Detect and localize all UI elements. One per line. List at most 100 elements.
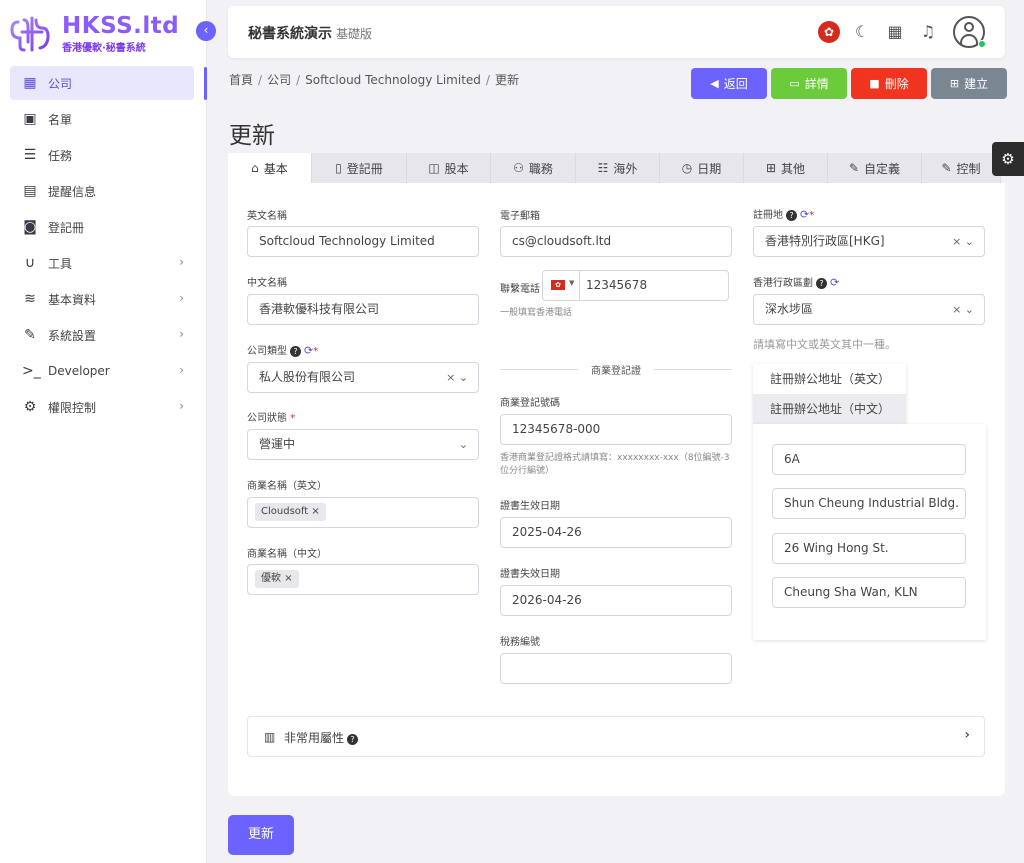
- tag-text: Cloudsoft: [261, 506, 309, 517]
- form-tabs: ⌂ 基本 ▯ 登記冊 ◫ 股本 ⚇ 職務 ☷ 海外 ◷ 日期 ⊞ 其他 ✎ 自定義 ✎ 控制: [228, 153, 1005, 183]
- create-button[interactable]: ⊞ 建立: [931, 68, 1007, 99]
- email-input[interactable]: cs@cloudsoft.ltd: [500, 226, 732, 257]
- chevron-right-icon: ›: [179, 327, 184, 341]
- back-button-label: 返回: [723, 77, 748, 91]
- settings-gear-button[interactable]: ⚙: [992, 142, 1024, 176]
- tab-other[interactable]: ⊞ 其他: [744, 153, 828, 183]
- address-tab-english[interactable]: 註冊辦公地址（英文）: [753, 364, 906, 394]
- edition-label: 基礎版: [336, 27, 373, 41]
- sidebar-item-reminders[interactable]: ▤ 提醒信息: [10, 174, 194, 208]
- address-hint: 請填寫中文或英文其中一種。: [753, 338, 896, 351]
- country-code-select[interactable]: ✿ ▼: [542, 270, 580, 300]
- cert-start-date-input[interactable]: 2025-04-26: [500, 517, 732, 548]
- tab-share-capital[interactable]: ◫ 股本: [407, 153, 491, 183]
- chevron-down-icon[interactable]: ⌄: [459, 430, 468, 459]
- sidebar-item-permissions[interactable]: ⚙ 權限控制 ›: [10, 390, 194, 424]
- company-type-select[interactable]: 私人股份有限公司 × ⌄: [247, 362, 479, 393]
- district-label-text: 香港行政區劃: [753, 278, 813, 289]
- file-icon: ▯: [335, 161, 342, 175]
- company-status-select[interactable]: 營運中 ⌄: [247, 429, 479, 460]
- topbar: 秘書系統演示 基礎版 ✿ ☾ ▦ ♫: [228, 6, 1005, 58]
- sidebar-item-basic-data[interactable]: ≋ 基本資料 ›: [10, 282, 194, 316]
- english-name-input[interactable]: Softcloud Technology Limited: [247, 226, 479, 257]
- brand-logo[interactable]: HKSS.ltd 香港優軟·秘書系統: [8, 14, 179, 54]
- sidebar-item-label: 名單: [48, 112, 73, 127]
- address-line-4-input[interactable]: Cheung Sha Wan, KLN: [772, 577, 966, 608]
- tag-chip: 優軟 ×: [255, 570, 299, 588]
- help-icon[interactable]: ?: [786, 210, 797, 221]
- address-line-3-input[interactable]: 26 Wing Hong St.: [772, 533, 966, 564]
- avatar[interactable]: [953, 16, 986, 48]
- help-icon[interactable]: ?: [347, 734, 359, 745]
- book-open-icon: ▥: [264, 730, 276, 744]
- tag-remove-icon[interactable]: ×: [311, 506, 319, 517]
- back-button[interactable]: ◀ 返回: [691, 68, 767, 99]
- breadcrumb-record[interactable]: Softcloud Technology Limited: [305, 73, 481, 87]
- sidebar-item-system-settings[interactable]: ✎ 系統設置 ›: [10, 318, 194, 352]
- hk-flag-icon[interactable]: ✿: [818, 21, 840, 43]
- br-number-input[interactable]: 12345678-000: [500, 414, 732, 445]
- sidebar-item-tools[interactable]: ∪ 工具 ›: [10, 246, 194, 280]
- app-title: 秘書系統演示 基礎版: [248, 23, 372, 43]
- chevron-left-icon: ‹: [203, 23, 209, 37]
- sidebar-item-tasks[interactable]: ☰ 任務: [10, 138, 194, 172]
- tab-control[interactable]: ✎ 控制: [922, 153, 1001, 183]
- caret-down-icon: ▼: [569, 279, 575, 287]
- tab-custom[interactable]: ✎ 自定義: [828, 153, 922, 183]
- detail-button[interactable]: ▭ 詳情: [771, 68, 847, 99]
- trade-name-en-tags-input[interactable]: Cloudsoft ×: [247, 497, 479, 528]
- chevron-right-icon: ›: [179, 363, 184, 377]
- sync-icon[interactable]: ⟳: [830, 276, 839, 289]
- delete-button[interactable]: ■ 刪除: [851, 68, 927, 99]
- clear-chevron-icon[interactable]: × ⌄: [446, 363, 468, 392]
- tab-basic[interactable]: ⌂ 基本: [228, 153, 312, 183]
- address-line-2-input[interactable]: Shun Cheung Industrial Bldg.: [772, 488, 966, 519]
- sidebar-item-developer[interactable]: >_ Developer ›: [10, 354, 194, 388]
- sidebar-item-label: 任務: [48, 148, 73, 163]
- english-name-label: 英文名稱: [247, 211, 287, 222]
- plus-square-icon: ⊞: [949, 77, 960, 90]
- tab-register[interactable]: ▯ 登記冊: [312, 153, 407, 183]
- sidebar-item-register[interactable]: ◙ 登記冊: [10, 210, 194, 244]
- bell-icon[interactable]: ♫: [917, 21, 939, 43]
- trash-icon: ■: [869, 77, 880, 90]
- breadcrumb-company[interactable]: 公司: [267, 73, 291, 87]
- sidebar-collapse-button[interactable]: ‹: [196, 21, 216, 41]
- address-line-1-input[interactable]: 6A: [772, 444, 966, 475]
- tab-overseas[interactable]: ☷ 海外: [576, 153, 660, 183]
- cert-end-date-input[interactable]: 2026-04-26: [500, 585, 732, 616]
- tab-dates[interactable]: ◷ 日期: [660, 153, 744, 183]
- page-title: 更新: [229, 123, 275, 149]
- checklist-icon: ☰: [23, 147, 37, 163]
- moon-icon[interactable]: ☾: [851, 21, 873, 43]
- update-submit-button[interactable]: 更新: [228, 815, 294, 855]
- clear-chevron-icon[interactable]: × ⌄: [952, 227, 974, 256]
- chinese-name-input[interactable]: 香港軟優科技有限公司: [247, 294, 479, 325]
- sync-icon[interactable]: ⟳: [800, 208, 809, 221]
- apps-grid-icon[interactable]: ▦: [884, 21, 906, 43]
- chinese-name-label: 中文名稱: [247, 278, 287, 289]
- help-icon[interactable]: ?: [290, 346, 301, 357]
- uncommon-attributes-collapse[interactable]: ▥ 非常用屬性? ›: [247, 716, 985, 757]
- magnet-icon: ∪: [24, 255, 36, 271]
- tax-no-input[interactable]: [500, 653, 732, 684]
- tag-remove-icon[interactable]: ×: [284, 573, 292, 584]
- company-type-value: 私人股份有限公司: [259, 370, 356, 384]
- tax-no-label: 稅務編號: [500, 637, 540, 648]
- district-select[interactable]: 深水埗區 × ⌄: [753, 294, 985, 325]
- phone-help: 一般填寫香港電話: [500, 308, 573, 318]
- help-icon[interactable]: ?: [816, 278, 827, 289]
- sync-icon[interactable]: ⟳: [304, 344, 313, 357]
- clear-chevron-icon[interactable]: × ⌄: [952, 295, 974, 324]
- sidebar-item-company[interactable]: ▦ 公司: [10, 66, 194, 100]
- br-section-title: 商業登記證: [591, 366, 641, 377]
- breadcrumb-home[interactable]: 首頁: [229, 73, 253, 87]
- tag-text: 優軟: [261, 573, 281, 584]
- domicile-select[interactable]: 香港特別行政區[HKG] × ⌄: [753, 226, 985, 257]
- sidebar-item-label: 公司: [48, 76, 73, 91]
- sidebar-item-list[interactable]: ▣ 名單: [10, 102, 194, 136]
- trade-name-zh-tags-input[interactable]: 優軟 ×: [247, 564, 479, 595]
- address-tab-chinese[interactable]: 註冊辦公地址（中文）: [753, 394, 906, 424]
- tab-positions[interactable]: ⚇ 職務: [491, 153, 576, 183]
- logo-icon: [10, 16, 50, 52]
